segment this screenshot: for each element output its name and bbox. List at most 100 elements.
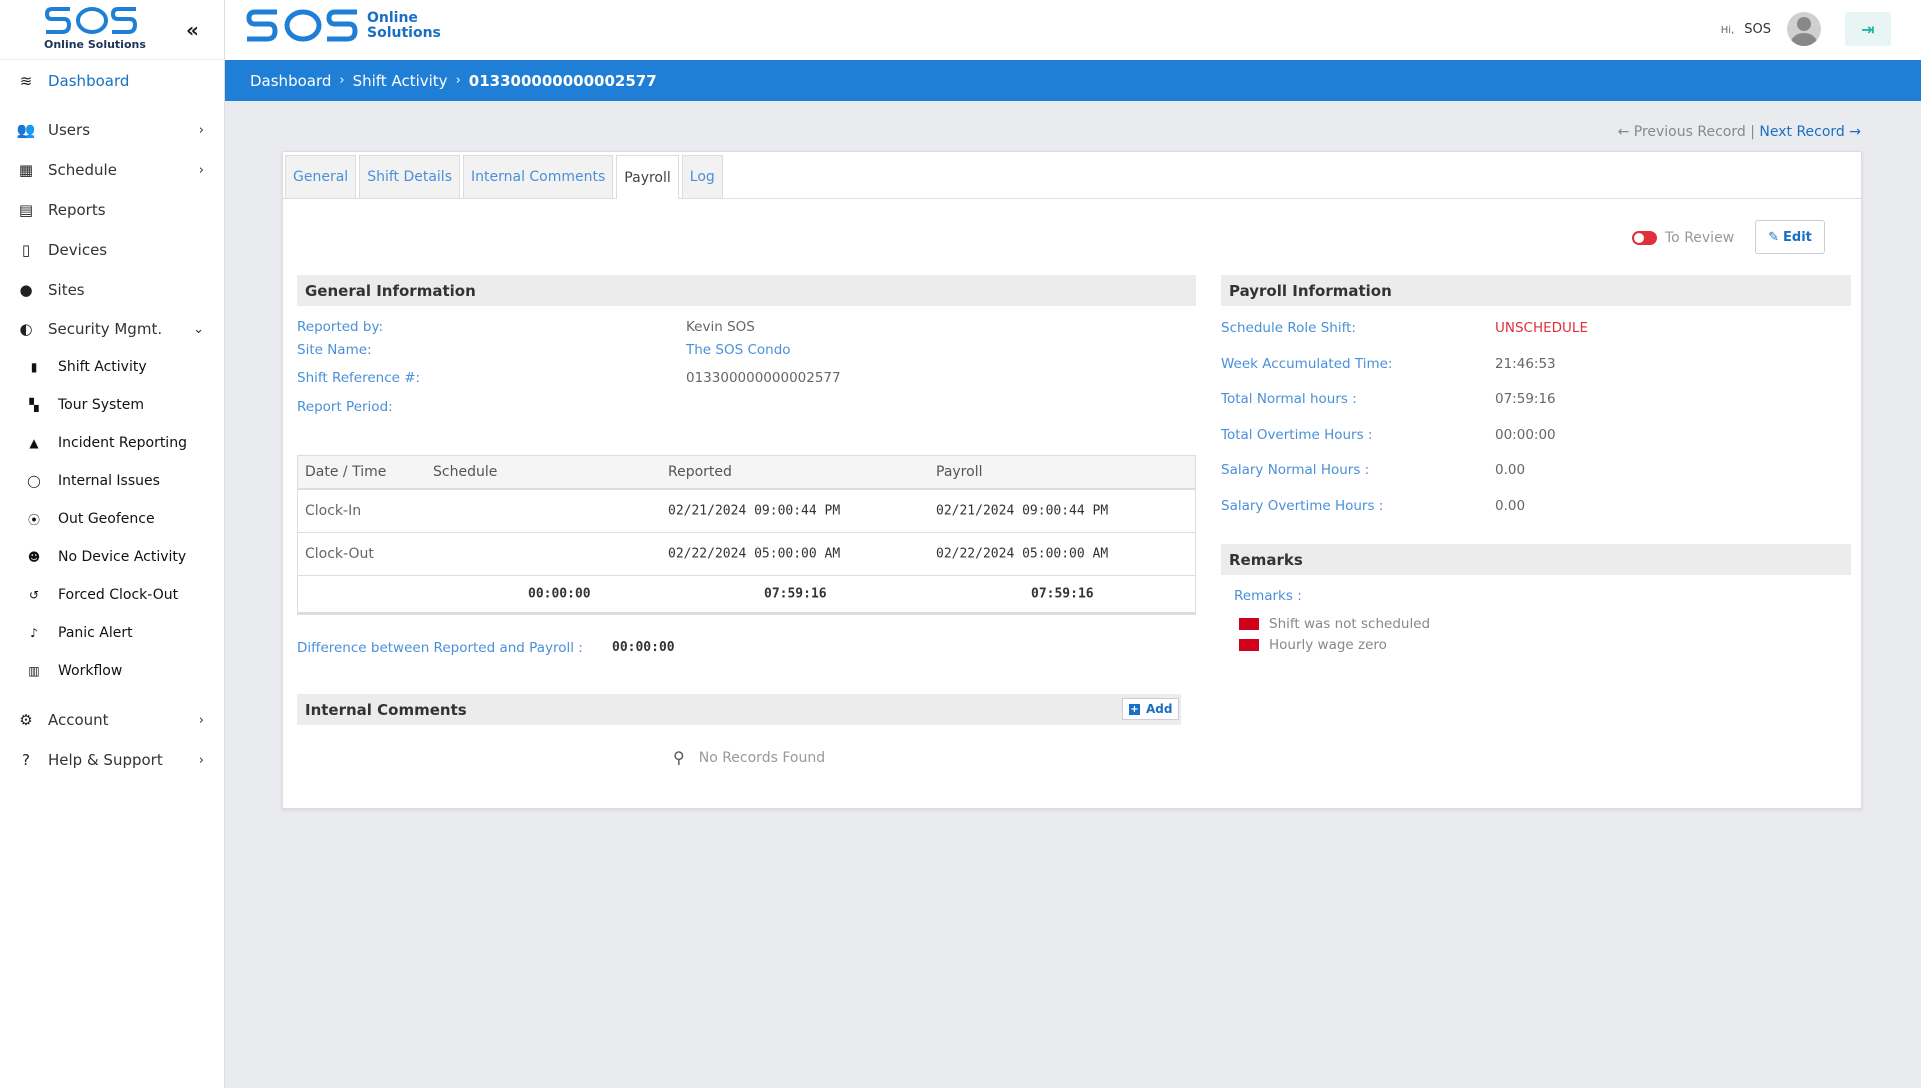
sidebar-item-account[interactable]: ⚙ Account › <box>0 700 224 740</box>
plus-square-icon: + <box>1129 703 1140 715</box>
reported-by-label: Reported by: <box>297 319 384 335</box>
sidebar-item-label: Forced Clock-Out <box>58 587 179 603</box>
table-totals-row: 00:00:00 07:59:16 07:59:16 <box>298 576 1195 612</box>
sidebar-item-label: Reports <box>48 201 106 219</box>
sidebar-subitem-shift-activity[interactable]: ▮ Shift Activity <box>0 348 224 386</box>
sidebar-item-devices[interactable]: ▯ Devices <box>0 230 224 270</box>
normal-hours-label: Total Normal hours : <box>1221 391 1357 407</box>
sidebar-item-label: No Device Activity <box>58 549 187 565</box>
sidebar-subitem-no-device-activity[interactable]: ☻ No Device Activity <box>0 538 224 576</box>
shift-ref-label: Shift Reference #: <box>297 370 421 386</box>
sidebar-item-reports[interactable]: ▤ Reports <box>0 190 224 230</box>
chevron-right-icon: › <box>198 752 204 768</box>
tab-payroll[interactable]: Payroll <box>616 155 679 199</box>
sidebar: Online Solutions « ≋ Dashboard 👥 Users ›… <box>0 0 225 1088</box>
edit-button[interactable]: ✎ Edit <box>1755 220 1825 254</box>
previous-record-link[interactable]: Previous Record <box>1634 124 1746 140</box>
site-name-link[interactable]: The SOS Condo <box>686 342 791 358</box>
next-record-link[interactable]: Next Record <box>1759 124 1844 140</box>
sidebar-item-label: Devices <box>48 241 108 259</box>
edit-icon: ✎ <box>1768 229 1780 245</box>
to-review-toggle[interactable]: To Review <box>1632 230 1734 246</box>
salary-overtime-value: 0.00 <box>1495 498 1526 514</box>
schedule-role-label: Schedule Role Shift: <box>1221 320 1356 336</box>
add-label: Add <box>1146 702 1173 716</box>
arrow-right-icon: → <box>1849 124 1861 140</box>
search-icon: ⚲ <box>673 748 685 767</box>
sidebar-item-dashboard[interactable]: ≋ Dashboard <box>0 60 224 102</box>
tab-shift-details[interactable]: Shift Details <box>359 155 460 198</box>
remark-item: Shift was not scheduled <box>1239 616 1430 632</box>
sidebar-subitem-tour-system[interactable]: ▚ Tour System <box>0 386 224 424</box>
col-payroll: Payroll <box>936 464 983 480</box>
top-bar: Online Solutions Hi, SOS ⇥ <box>225 0 1921 60</box>
avatar[interactable] <box>1787 12 1821 46</box>
table-header-row: Date / Time Schedule Reported Payroll <box>298 456 1195 490</box>
row-label: Clock-In <box>305 503 362 519</box>
sidebar-item-label: Internal Issues <box>58 473 160 489</box>
salary-overtime-label: Salary Overtime Hours : <box>1221 498 1384 514</box>
user-menu: Hi, SOS ⇥ <box>1721 12 1891 46</box>
payroll-info-header: Payroll Information <box>1221 275 1851 306</box>
sidebar-item-label: Schedule <box>48 161 117 179</box>
remarks-label: Remarks : <box>1234 588 1302 604</box>
sidebar-subitem-out-geofence[interactable]: ⦿ Out Geofence <box>0 500 224 538</box>
chevron-down-icon: ⌄ <box>193 321 204 337</box>
add-comment-button[interactable]: + Add <box>1122 698 1180 720</box>
total-reported: 07:59:16 <box>764 586 827 602</box>
col-schedule: Schedule <box>433 464 498 480</box>
table-row: Clock-Out 02/22/2024 05:00:00 AM 02/22/2… <box>298 533 1195 576</box>
mobile-icon: ▯ <box>21 241 31 259</box>
breadcrumb-dashboard[interactable]: Dashboard <box>250 72 331 90</box>
header-logo[interactable]: Online Solutions <box>245 6 441 46</box>
record-navigation: ← Previous Record | Next Record → <box>1618 124 1861 140</box>
payroll-cell: 02/21/2024 09:00:44 PM <box>936 503 1109 519</box>
sidebar-item-label: Users <box>48 121 91 139</box>
total-payroll: 07:59:16 <box>1031 586 1094 602</box>
breadcrumb-shift-activity[interactable]: Shift Activity <box>353 72 448 90</box>
sidebar-logo[interactable]: Online Solutions « <box>0 0 224 60</box>
bell-icon: ♪ <box>30 626 38 640</box>
remark-item: Hourly wage zero <box>1239 637 1387 653</box>
user-slash-icon: ☻ <box>27 550 41 564</box>
tab-log[interactable]: Log <box>681 155 723 198</box>
warning-icon: ▲ <box>29 436 39 450</box>
sidebar-item-users[interactable]: 👥 Users › <box>0 110 224 150</box>
normal-hours-value: 07:59:16 <box>1495 391 1556 407</box>
chevron-right-icon: › <box>198 712 204 728</box>
grid-icon: ▚ <box>29 398 39 412</box>
sidebar-item-label: Panic Alert <box>58 625 133 641</box>
sidebar-item-help-support[interactable]: ? Help & Support › <box>0 740 224 780</box>
chevron-right-icon: › <box>339 73 345 88</box>
sidebar-item-label: Help & Support <box>48 751 163 769</box>
reported-by-value: Kevin SOS <box>686 319 755 335</box>
sidebar-subitem-workflow[interactable]: ▥ Workflow <box>0 652 224 690</box>
sidebar-item-security-mgmt[interactable]: ◐ Security Mgmt. ⌄ <box>0 310 224 348</box>
collapse-sidebar-button[interactable]: « <box>186 18 199 42</box>
remark-text: Hourly wage zero <box>1269 637 1387 653</box>
empty-state: ⚲ No Records Found <box>673 748 825 767</box>
clipboard-icon: ▥ <box>28 664 40 678</box>
tab-internal-comments[interactable]: Internal Comments <box>463 155 614 198</box>
sidebar-item-label: Shift Activity <box>58 359 147 375</box>
logo-text-online: Online <box>367 10 418 26</box>
sidebar-item-label: Dashboard <box>48 72 130 90</box>
logout-button[interactable]: ⇥ <box>1845 12 1891 46</box>
col-reported: Reported <box>668 464 732 480</box>
table-row: Clock-In 02/21/2024 09:00:44 PM 02/21/20… <box>298 490 1195 533</box>
sidebar-item-sites[interactable]: ● Sites <box>0 270 224 310</box>
red-flag-icon <box>1239 639 1259 651</box>
sidebar-subitem-forced-clock-out[interactable]: ↺ Forced Clock-Out <box>0 576 224 614</box>
tab-general[interactable]: General <box>285 155 357 198</box>
overtime-hours-label: Total Overtime Hours : <box>1221 427 1373 443</box>
shift-ref-value: 013300000000002577 <box>686 370 841 386</box>
calendar-icon: ▦ <box>18 161 34 179</box>
remarks-header: Remarks <box>1221 544 1851 575</box>
sidebar-subitem-internal-issues[interactable]: ◯ Internal Issues <box>0 462 224 500</box>
shield-icon: ◐ <box>19 320 33 338</box>
sidebar-item-schedule[interactable]: ▦ Schedule › <box>0 150 224 190</box>
sidebar-subitem-panic-alert[interactable]: ♪ Panic Alert <box>0 614 224 652</box>
toggle-switch[interactable] <box>1632 231 1657 245</box>
sidebar-subitem-incident-reporting[interactable]: ▲ Incident Reporting <box>0 424 224 462</box>
greeting: Hi, <box>1720 25 1735 36</box>
